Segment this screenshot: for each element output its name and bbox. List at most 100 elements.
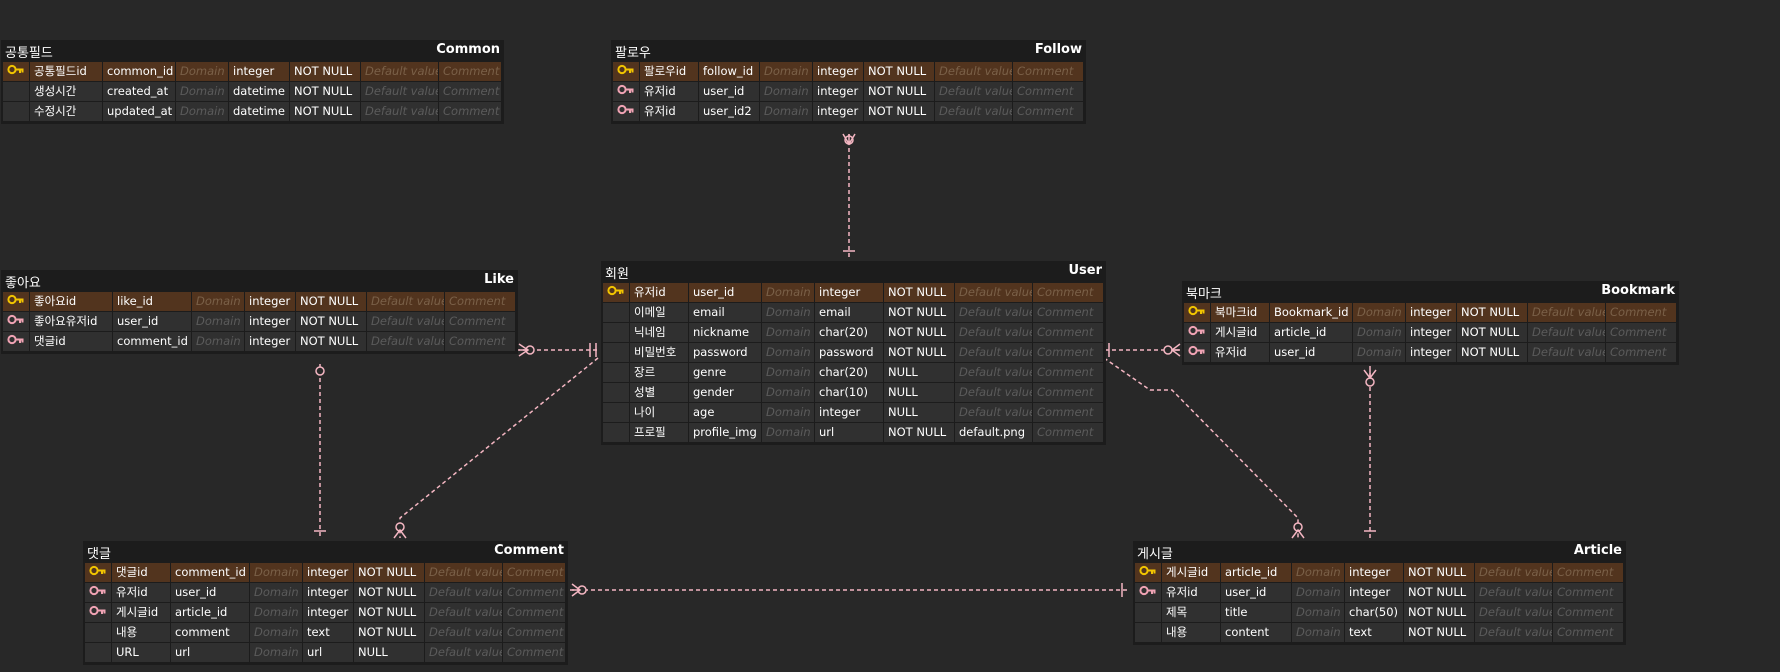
- logical-name-cell[interactable]: 좋아요유저id: [30, 312, 112, 331]
- entity-common[interactable]: 공통필드 Common 공통필드id common_id Domain integer NO…: [1, 40, 504, 124]
- logical-name-cell[interactable]: 수정시간: [30, 102, 102, 121]
- default-value-cell[interactable]: default.png: [955, 423, 1032, 442]
- logical-name-cell[interactable]: 게시글id: [1211, 323, 1269, 342]
- comment-cell[interactable]: Comment: [439, 62, 501, 81]
- column-row[interactable]: 유저id user_id Domain integer NOT NULL Default …: [85, 583, 566, 603]
- domain-cell[interactable]: Domain: [762, 403, 814, 422]
- comment-cell[interactable]: Comment: [1606, 323, 1676, 342]
- logical-name-cell[interactable]: 성별: [630, 383, 688, 402]
- domain-cell[interactable]: Domain: [192, 292, 244, 311]
- domain-cell[interactable]: Domain: [176, 102, 228, 121]
- type-cell[interactable]: integer: [1345, 563, 1403, 582]
- default-value-cell[interactable]: Default value: [361, 102, 438, 121]
- type-cell[interactable]: integer: [245, 292, 295, 311]
- relation-like-user[interactable]: [516, 343, 600, 357]
- default-value-cell[interactable]: Default value: [425, 623, 502, 642]
- column-row[interactable]: 제목 title Domain char(50) NOT NULL Default val…: [1135, 603, 1624, 623]
- logical-name-cell[interactable]: 닉네임: [630, 323, 688, 342]
- logical-name-cell[interactable]: 유저id: [640, 82, 698, 101]
- logical-name-cell[interactable]: 장르: [630, 363, 688, 382]
- nullable-cell[interactable]: NOT NULL: [354, 563, 424, 582]
- physical-name-cell[interactable]: user_id: [1270, 343, 1352, 362]
- comment-cell[interactable]: Comment: [439, 82, 501, 101]
- column-row[interactable]: URL url Domain url NULL Default value Comment: [85, 643, 566, 663]
- column-row[interactable]: 생성시간 created_at Domain datetime NOT NULL Defa…: [3, 82, 502, 102]
- nullable-cell[interactable]: NOT NULL: [864, 82, 934, 101]
- default-value-cell[interactable]: Default value: [955, 303, 1032, 322]
- default-value-cell[interactable]: Default value: [1475, 563, 1552, 582]
- type-cell[interactable]: password: [815, 343, 883, 362]
- nullable-cell[interactable]: NOT NULL: [884, 343, 954, 362]
- comment-cell[interactable]: Comment: [1033, 403, 1103, 422]
- nullable-cell[interactable]: NOT NULL: [290, 82, 360, 101]
- type-cell[interactable]: datetime: [229, 82, 289, 101]
- column-row[interactable]: 팔로우id follow_id Domain integer NOT NULL Defau…: [613, 62, 1084, 82]
- type-cell[interactable]: integer: [303, 583, 353, 602]
- entity-header[interactable]: 북마크 Bookmark: [1182, 281, 1679, 303]
- domain-cell[interactable]: Domain: [176, 82, 228, 101]
- type-cell[interactable]: text: [1345, 623, 1403, 642]
- column-row[interactable]: 장르 genre Domain char(20) NULL Default value Co…: [603, 363, 1104, 383]
- domain-cell[interactable]: Domain: [760, 82, 812, 101]
- type-cell[interactable]: char(50): [1345, 603, 1403, 622]
- domain-cell[interactable]: Domain: [250, 623, 302, 642]
- domain-cell[interactable]: Domain: [1292, 583, 1344, 602]
- type-cell[interactable]: integer: [303, 563, 353, 582]
- physical-name-cell[interactable]: user_id: [1221, 583, 1291, 602]
- physical-name-cell[interactable]: user_id: [113, 312, 191, 331]
- default-value-cell[interactable]: Default value: [935, 82, 1012, 101]
- type-cell[interactable]: integer: [1406, 323, 1456, 342]
- column-row[interactable]: 내용 comment Domain text NOT NULL Default value…: [85, 623, 566, 643]
- logical-name-cell[interactable]: 프로필: [630, 423, 688, 442]
- comment-cell[interactable]: Comment: [1033, 343, 1103, 362]
- domain-cell[interactable]: Domain: [1292, 563, 1344, 582]
- comment-cell[interactable]: Comment: [1013, 62, 1083, 81]
- default-value-cell[interactable]: Default value: [1475, 603, 1552, 622]
- relation-article-bookmark[interactable]: [1363, 366, 1377, 538]
- comment-cell[interactable]: Comment: [1033, 283, 1103, 302]
- type-cell[interactable]: integer: [813, 102, 863, 121]
- physical-name-cell[interactable]: genre: [689, 363, 761, 382]
- default-value-cell[interactable]: Default value: [935, 62, 1012, 81]
- domain-cell[interactable]: Domain: [762, 303, 814, 322]
- entity-bookmark[interactable]: 북마크 Bookmark 북마크id Bookmark_id Domain integer…: [1182, 281, 1679, 365]
- entity-like[interactable]: 좋아요 Like 좋아요id like_id Domain integer NOT NULL…: [1, 270, 518, 354]
- column-row[interactable]: 유저id user_id Domain integer NOT NULL Default …: [1135, 583, 1624, 603]
- logical-name-cell[interactable]: 게시글id: [1162, 563, 1220, 582]
- default-value-cell[interactable]: Default value: [1475, 583, 1552, 602]
- physical-name-cell[interactable]: user_id: [699, 82, 759, 101]
- type-cell[interactable]: char(10): [815, 383, 883, 402]
- physical-name-cell[interactable]: comment_id: [113, 332, 191, 351]
- relation-user-article[interactable]: [1103, 357, 1305, 539]
- physical-name-cell[interactable]: like_id: [113, 292, 191, 311]
- physical-name-cell[interactable]: user_id: [689, 283, 761, 302]
- relation-user-comment[interactable]: [393, 357, 599, 539]
- comment-cell[interactable]: Comment: [503, 583, 565, 602]
- comment-cell[interactable]: Comment: [503, 603, 565, 622]
- nullable-cell[interactable]: NULL: [884, 403, 954, 422]
- comment-cell[interactable]: Comment: [1033, 423, 1103, 442]
- nullable-cell[interactable]: NOT NULL: [296, 292, 366, 311]
- logical-name-cell[interactable]: 생성시간: [30, 82, 102, 101]
- comment-cell[interactable]: Comment: [1553, 583, 1623, 602]
- type-cell[interactable]: integer: [1406, 303, 1456, 322]
- nullable-cell[interactable]: NOT NULL: [354, 603, 424, 622]
- entity-user[interactable]: 회원 User 유저id user_id Domain integer NOT NULL De…: [601, 261, 1106, 445]
- physical-name-cell[interactable]: gender: [689, 383, 761, 402]
- entity-header[interactable]: 좋아요 Like: [1, 270, 518, 292]
- column-row[interactable]: 유저id user_id2 Domain integer NOT NULL Default…: [613, 102, 1084, 122]
- nullable-cell[interactable]: NOT NULL: [354, 583, 424, 602]
- column-row[interactable]: 유저id user_id Domain integer NOT NULL Default …: [1184, 343, 1677, 363]
- type-cell[interactable]: integer: [1345, 583, 1403, 602]
- nullable-cell[interactable]: NOT NULL: [1457, 323, 1527, 342]
- domain-cell[interactable]: Domain: [250, 563, 302, 582]
- physical-name-cell[interactable]: password: [689, 343, 761, 362]
- comment-cell[interactable]: Comment: [445, 292, 515, 311]
- nullable-cell[interactable]: NOT NULL: [864, 102, 934, 121]
- type-cell[interactable]: integer: [813, 62, 863, 81]
- entity-header[interactable]: 팔로우 Follow: [611, 40, 1086, 62]
- column-row[interactable]: 이메일 email Domain email NOT NULL Default value…: [603, 303, 1104, 323]
- comment-cell[interactable]: Comment: [503, 563, 565, 582]
- column-row[interactable]: 게시글id article_id Domain integer NOT NULL Defa…: [1135, 563, 1624, 583]
- domain-cell[interactable]: Domain: [760, 102, 812, 121]
